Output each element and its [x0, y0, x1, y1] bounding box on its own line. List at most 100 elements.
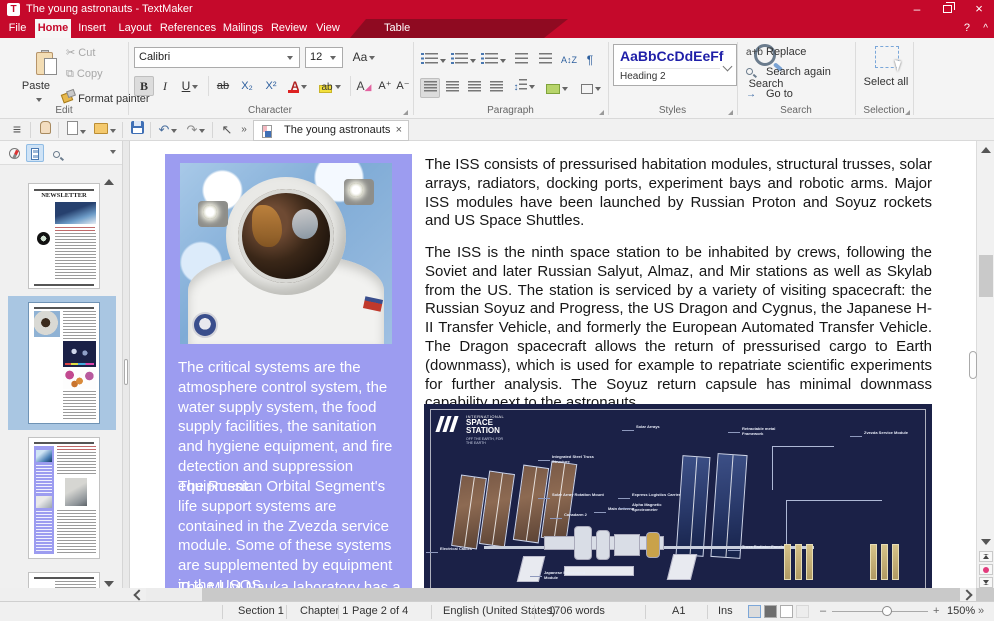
statusbar-overflow-icon[interactable]: » [978, 605, 984, 617]
scroll-right-icon[interactable] [960, 588, 976, 601]
paste-button[interactable]: Paste [10, 42, 62, 104]
select-all-button[interactable]: Select all [858, 38, 914, 104]
decrease-indent-button[interactable] [534, 50, 556, 70]
justify-button[interactable] [486, 78, 506, 98]
align-center-button[interactable] [442, 78, 462, 98]
horizontal-scrollbar[interactable] [130, 588, 994, 601]
paragraph-dialog-launcher[interactable] [599, 110, 604, 115]
tab-layout[interactable]: Layout [113, 19, 157, 38]
status-chapter[interactable]: Chapter 1 [300, 605, 348, 617]
increase-indent-button[interactable] [510, 50, 532, 70]
collapse-ribbon-icon[interactable]: ^ [983, 19, 988, 38]
grow-font-button[interactable]: A⁺ [376, 76, 394, 96]
undo-button[interactable]: ↶ [156, 121, 180, 139]
sidebar-splitter[interactable] [122, 141, 130, 601]
styles-dialog-launcher[interactable] [728, 110, 733, 115]
clear-formatting-button[interactable]: A◢ [354, 76, 374, 96]
style-chevron-icon[interactable] [723, 62, 733, 72]
align-right-button[interactable] [464, 78, 484, 98]
tab-file[interactable]: File [0, 19, 35, 38]
change-case-button[interactable]: Aa [349, 47, 379, 67]
splitter-handle[interactable] [124, 359, 128, 385]
view-normal-button[interactable] [748, 605, 761, 618]
tab-view[interactable]: View [311, 19, 345, 38]
browse-object-button[interactable] [979, 564, 993, 575]
selection-dialog-launcher[interactable] [905, 110, 910, 115]
vertical-scrollbar[interactable] [976, 141, 994, 588]
view-fullscreen-button[interactable] [780, 605, 793, 618]
strikethrough-button[interactable]: ab [212, 76, 234, 96]
minimize-button[interactable]: – [902, 0, 932, 19]
menu-icon[interactable]: ≡ [8, 121, 26, 139]
status-section[interactable]: Section 1 [238, 605, 284, 617]
underline-button[interactable]: U [176, 76, 204, 96]
touch-mode-icon[interactable] [36, 121, 54, 139]
zoom-out-button[interactable]: – [820, 605, 826, 617]
scroll-up-icon[interactable] [981, 147, 991, 153]
subscript-button[interactable]: X₂ [236, 76, 258, 96]
scroll-down-icon[interactable] [981, 539, 991, 545]
zoom-slider-knob[interactable] [882, 606, 892, 616]
pointer-tool-icon[interactable]: ↖ [218, 121, 236, 139]
font-color-button[interactable]: A [284, 76, 314, 96]
replace-button[interactable]: a+bReplace [746, 46, 806, 58]
shrink-font-button[interactable]: A⁻ [394, 76, 412, 96]
italic-button[interactable]: I [156, 76, 174, 96]
tab-table-contextual[interactable]: Table [384, 19, 410, 38]
highlight-button[interactable]: ab [316, 76, 346, 96]
numbered-list-button[interactable] [450, 50, 477, 70]
zoom-in-button[interactable]: + [933, 605, 939, 617]
status-page[interactable]: Page 2 of 4 [352, 605, 408, 617]
style-selector[interactable]: AaBbCcDdEeFf Heading 2 [613, 44, 737, 86]
goto-button[interactable]: →Go to [746, 88, 793, 100]
page-thumbnail-2-selected[interactable] [28, 302, 100, 424]
multilevel-list-button[interactable] [480, 50, 507, 70]
navigation-compass-button[interactable] [5, 144, 23, 162]
document-tab[interactable]: The young astronauts × [253, 120, 409, 141]
vertical-splitter-handle[interactable] [969, 351, 977, 379]
previous-page-button[interactable] [979, 551, 993, 562]
font-name-combo[interactable]: Calibri [134, 47, 300, 68]
open-button[interactable] [92, 121, 118, 139]
paste-dropdown-arrow[interactable] [36, 98, 42, 102]
status-word-count[interactable]: 1706 words [548, 605, 605, 617]
document-canvas[interactable]: The critical systems are the atmosphere … [130, 141, 976, 588]
shading-button[interactable] [542, 78, 572, 98]
close-button[interactable]: × [964, 0, 994, 19]
formatting-marks-button[interactable]: ¶ [582, 50, 598, 70]
tab-home[interactable]: Home [35, 19, 71, 38]
horizontal-scrollbar-thumb[interactable] [146, 588, 202, 601]
scroll-left-icon[interactable] [130, 588, 146, 601]
toolbar-overflow-icon[interactable]: » [238, 121, 250, 139]
search-again-button[interactable]: Search again [746, 66, 831, 78]
status-cell-reference[interactable]: A1 [672, 605, 685, 617]
page-thumbnail-1[interactable]: NEWSLETTER [28, 183, 100, 289]
borders-button[interactable] [576, 78, 606, 98]
font-size-combo[interactable]: 12 [305, 47, 343, 68]
document-tab-close-icon[interactable]: × [396, 124, 402, 136]
sidebar-options-dropdown[interactable] [110, 150, 116, 154]
bullet-list-button[interactable] [420, 50, 447, 70]
redo-button[interactable]: ↷ [184, 121, 208, 139]
line-spacing-button[interactable]: ↕ [510, 78, 538, 98]
restore-button[interactable] [933, 0, 963, 19]
view-continuous-button[interactable] [764, 605, 777, 618]
character-dialog-launcher[interactable] [403, 110, 408, 115]
zoom-level[interactable]: 150% [947, 605, 975, 617]
align-left-button[interactable] [420, 78, 440, 98]
page-thumbnails-button[interactable] [26, 144, 44, 162]
cut-button[interactable]: ✂ Cut [66, 46, 95, 59]
tab-review[interactable]: Review [267, 19, 311, 38]
sort-button[interactable]: A↕Z [558, 50, 580, 70]
status-language[interactable]: English (United States) [443, 605, 556, 617]
bold-button[interactable]: B [134, 76, 154, 96]
copy-button[interactable]: ⧉ Copy [66, 68, 103, 81]
zoom-slider-track[interactable] [832, 611, 928, 612]
superscript-button[interactable]: X² [260, 76, 282, 96]
tab-insert[interactable]: Insert [71, 19, 113, 38]
tab-mailings[interactable]: Mailings [219, 19, 267, 38]
tab-references[interactable]: References [157, 19, 219, 38]
page-thumbnail-3[interactable] [28, 437, 100, 559]
thumbnails-scroll-up-icon[interactable] [104, 179, 114, 185]
thumbnails-scroll-down-icon[interactable] [104, 581, 114, 587]
